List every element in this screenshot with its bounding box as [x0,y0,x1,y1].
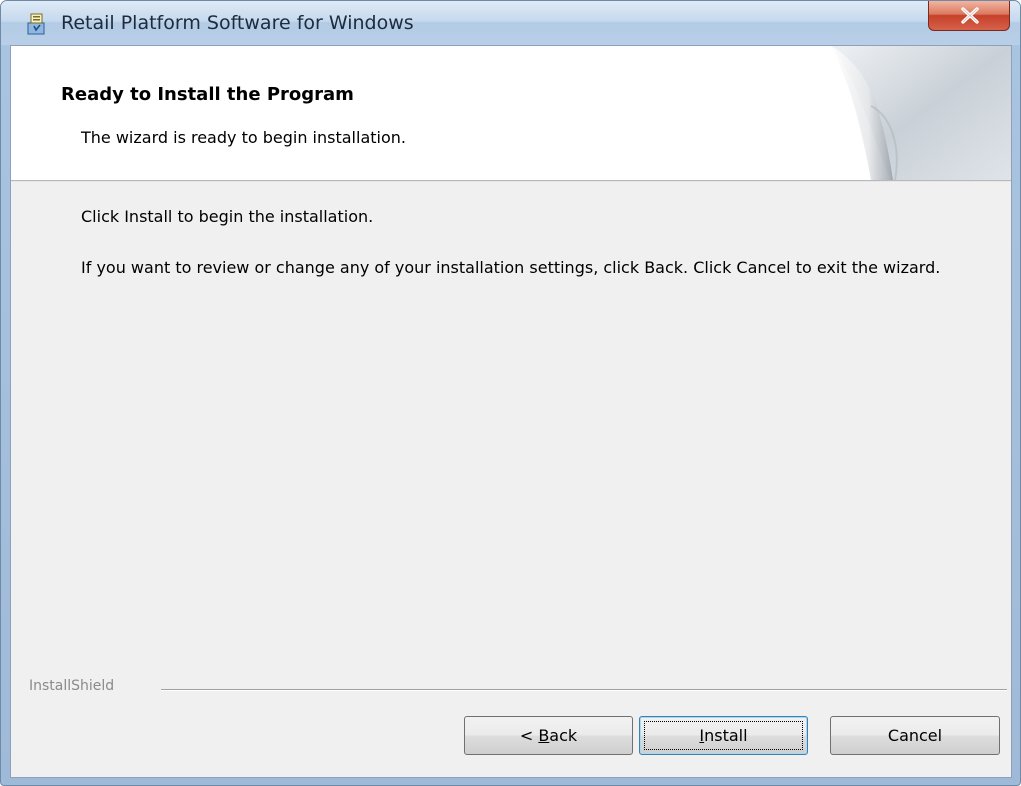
back-button[interactable]: < Back [464,716,633,755]
dialog-client-area: Ready to Install the Program The wizard … [10,45,1012,778]
close-button[interactable] [928,1,1010,31]
divider [161,689,1007,691]
banner-separator [11,180,1011,182]
installer-package-icon [25,12,49,36]
focus-rectangle [644,721,803,750]
page-subtitle: The wizard is ready to begin installatio… [81,128,406,147]
cancel-button-label: Cancel [887,726,943,745]
brand-label: InstallShield [29,678,115,694]
instruction-text: Click Install to begin the installation. [81,207,374,226]
installer-window: Retail Platform Software for Windows Rea… [0,0,1021,786]
header-banner: Ready to Install the Program The wizard … [11,46,1011,180]
install-button[interactable]: Install [639,716,808,755]
review-instructions-text: If you want to review or change any of y… [81,258,941,277]
window-title: Retail Platform Software for Windows [61,12,414,34]
cancel-button[interactable]: Cancel [830,716,1000,755]
page-title: Ready to Install the Program [61,84,354,105]
back-button-label: < Back [519,726,578,745]
page-curl-graphic [831,46,1011,180]
close-icon [961,7,979,24]
title-bar[interactable]: Retail Platform Software for Windows [1,1,1020,45]
installshield-branding: InstallShield [11,676,1011,698]
